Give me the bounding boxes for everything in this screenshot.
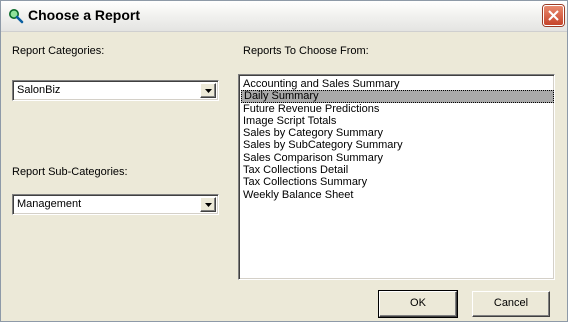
ok-button-label: OK xyxy=(410,297,426,309)
list-item[interactable]: Tax Collections Summary xyxy=(241,176,554,188)
list-item[interactable]: Tax Collections Detail xyxy=(241,164,554,176)
list-item[interactable]: Image Script Totals xyxy=(241,115,554,127)
close-icon xyxy=(548,10,559,21)
report-subcategories-dropdown-button[interactable] xyxy=(200,197,216,212)
magnifier-icon xyxy=(8,8,24,24)
list-item[interactable]: Sales Comparison Summary xyxy=(241,152,554,164)
list-item[interactable]: Sales by SubCategory Summary xyxy=(241,139,554,151)
title-bar[interactable]: Choose a Report xyxy=(1,1,567,32)
list-item[interactable]: Sales by Category Summary xyxy=(241,127,554,139)
dropdown-arrow-icon xyxy=(205,203,212,207)
report-categories-label: Report Categories: xyxy=(12,45,105,57)
report-categories-value: SalonBiz xyxy=(17,84,61,96)
ok-button[interactable]: OK xyxy=(378,290,458,318)
window-title: Choose a Report xyxy=(28,7,141,23)
report-subcategories-value: Management xyxy=(17,198,82,210)
report-subcategories-select[interactable]: Management xyxy=(12,194,219,215)
choose-report-dialog: Choose a Report Report Categories: Salon… xyxy=(0,0,568,322)
cancel-button-label: Cancel xyxy=(493,297,529,309)
report-categories-select[interactable]: SalonBiz xyxy=(12,80,219,101)
reports-listbox[interactable]: Accounting and Sales Summary Daily Summa… xyxy=(238,74,555,280)
list-item[interactable]: Weekly Balance Sheet xyxy=(241,189,554,201)
report-subcategories-label: Report Sub-Categories: xyxy=(12,166,128,178)
list-item[interactable]: Accounting and Sales Summary xyxy=(241,78,554,90)
close-button[interactable] xyxy=(543,5,564,26)
reports-list-label: Reports To Choose From: xyxy=(243,45,369,57)
dropdown-arrow-icon xyxy=(205,89,212,93)
list-item-selected[interactable]: Daily Summary xyxy=(241,90,554,103)
list-item[interactable]: Future Revenue Predictions xyxy=(241,103,554,115)
cancel-button[interactable]: Cancel xyxy=(472,291,550,317)
report-categories-dropdown-button[interactable] xyxy=(200,83,216,98)
